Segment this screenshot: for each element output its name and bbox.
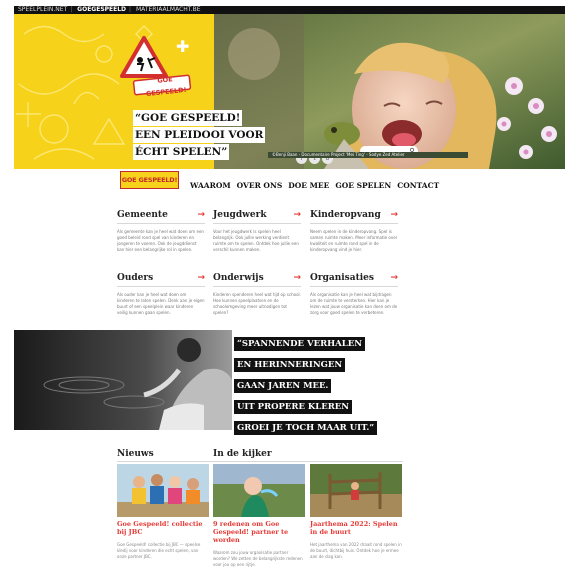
category-onderwijs[interactable]: Onderwijs → Kinderen spenderen heel wat … — [213, 272, 301, 316]
category-kinderopvang[interactable]: Kinderopvang → Neem spelen in de kindero… — [310, 209, 398, 253]
category-organisaties[interactable]: Organisaties → Als organisatie kan je he… — [310, 272, 398, 316]
divider — [213, 223, 301, 224]
category-title: Jeugdwerk — [213, 210, 267, 220]
news-card-title[interactable]: Jaarthema 2022: Spelen in de buurt — [310, 520, 402, 536]
quote-line-1: “SPANNENDE VERHALEN — [234, 337, 365, 351]
category-text: Kinderen spenderen heel wat tijd op scho… — [213, 292, 301, 315]
category-title: Gemeente — [117, 210, 168, 220]
site-link-goegespeeld[interactable]: GOEGESPEELD — [77, 6, 126, 13]
site-link-speelplein[interactable]: SPEELPLEIN.NET — [18, 6, 67, 13]
news-card-text: Waarom zou jouw organisatie partner word… — [213, 550, 303, 567]
quote-line-2: EN HERINNERINGEN — [234, 358, 346, 372]
divider — [310, 223, 398, 224]
quote-photo — [14, 330, 232, 430]
site-link-materiaalmacht[interactable]: MATERIAALMACHT.BE — [136, 6, 201, 13]
divider — [117, 223, 205, 224]
nav-item-waarom[interactable]: WAAROM — [190, 181, 231, 190]
site-switcher-bar: SPEELPLEIN.NET | GOEGESPEELD | MATERIAALMA… — [14, 6, 565, 14]
hero-title-line-1: “GOE GESPEELD! — [133, 110, 243, 126]
news-card-image[interactable] — [310, 464, 402, 517]
category-text: Als ouder kan je heel wat doen om kinder… — [117, 292, 205, 315]
category-title: Ouders — [117, 273, 154, 283]
divider — [117, 286, 205, 287]
nav-logo[interactable]: GOE GESPEELD! — [120, 171, 179, 189]
nav-item-doe-mee[interactable]: DOE MEE — [288, 181, 329, 190]
category-gemeente[interactable]: Gemeente → Als gemeente kan je heel wat … — [117, 209, 205, 253]
news-card-image[interactable] — [117, 464, 209, 517]
arrow-right-icon[interactable]: → — [197, 209, 205, 221]
quote-line-4: UIT PROPERE KLEREN — [234, 400, 353, 414]
category-title: Onderwijs — [213, 273, 264, 283]
quote-line-3: GAAN JAREN MEE. — [234, 379, 332, 393]
in-de-kijker-heading: In de kijker — [213, 449, 272, 459]
hero-title-line-3: ÉCHT SPELEN” — [133, 144, 230, 160]
separator: | — [129, 6, 132, 13]
news-card[interactable]: Jaarthema 2022: Spelen in de buurt Het j… — [310, 464, 402, 560]
news-card[interactable]: Goe Gespeeld! collectie bij JBC Goe Gesp… — [117, 464, 209, 560]
arrow-right-icon[interactable]: → — [197, 272, 205, 284]
arrow-right-icon[interactable]: → — [390, 209, 398, 221]
category-text: Voor het jeugdwerk is spelen heel belang… — [213, 229, 299, 252]
news-heading: Nieuws — [117, 449, 154, 459]
arrow-right-icon[interactable]: → — [293, 209, 301, 221]
nav-item-contact[interactable]: CONTACT — [397, 181, 439, 190]
news-card-title[interactable]: Goe Gespeeld! collectie bij JBC — [117, 520, 209, 536]
category-ouders[interactable]: Ouders → Als ouder kan je heel wat doen … — [117, 272, 205, 316]
quote-block: “SPANNENDE VERHALEN EN HERINNERINGEN GAA… — [234, 331, 384, 436]
divider — [213, 286, 301, 287]
news-card-text: Het jaarthema van 2022 draait rond spele… — [310, 542, 402, 559]
category-text: Neem spelen in de kinderopvang. Spel is … — [310, 229, 398, 252]
main-nav: WAAROM OVER ONS DOE MEE GOE SPELEN CONTACT — [190, 173, 439, 190]
category-text: Als organisatie kan je heel wat bijdrage… — [310, 292, 398, 315]
category-title: Kinderopvang — [310, 210, 381, 220]
arrow-right-icon[interactable]: → — [390, 272, 398, 284]
hero-banner: ✚ GOE GESPEELD! “GOE GESPEELD! EEN PLEID… — [14, 14, 565, 169]
photo-credit: ©Benji Baan - Documentaire Project 'Mei … — [268, 152, 468, 158]
category-title: Organisaties — [310, 273, 374, 283]
category-jeugdwerk[interactable]: Jeugdwerk → Voor het jeugdwerk is spelen… — [213, 209, 301, 253]
news-card-title[interactable]: 9 redenen om Goe Gespeeld! partner te wo… — [213, 520, 305, 544]
divider — [117, 461, 403, 462]
hero-title-line-2: EEN PLEIDOOI VOOR — [133, 127, 266, 143]
divider — [310, 286, 398, 287]
nav-item-goe-spelen[interactable]: GOE SPELEN — [335, 181, 391, 190]
nav-item-over-ons[interactable]: OVER ONS — [237, 181, 283, 190]
news-card-image[interactable] — [213, 464, 305, 517]
separator: | — [70, 6, 73, 13]
category-text: Als gemeente kan je heel wat doen om een… — [117, 229, 204, 252]
arrow-right-icon[interactable]: → — [293, 272, 301, 284]
nav-logo-text: GOE GESPEELD! — [121, 176, 178, 184]
quote-line-5: GROEI JE TOCH MAAR UIT.” — [234, 421, 378, 435]
hero-title: “GOE GESPEELD! EEN PLEIDOOI VOOR ÉCHT SP… — [133, 110, 266, 161]
news-card-text: Goe Gespeeld! collectie bij JBC — speels… — [117, 542, 201, 559]
news-card[interactable]: 9 redenen om Goe Gespeeld! partner te wo… — [213, 464, 305, 568]
